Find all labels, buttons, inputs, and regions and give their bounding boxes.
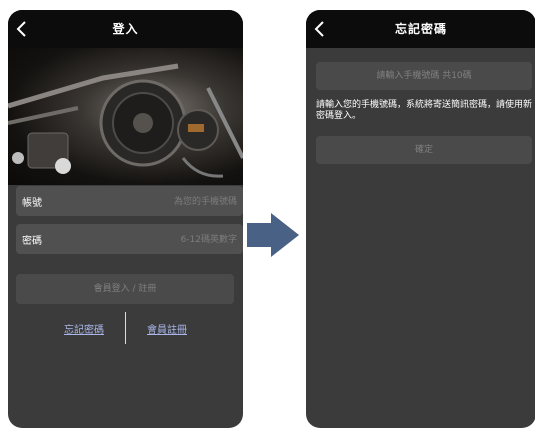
forgot-password-screen: 忘記密碼 請輸入手機號碼 共10碼 請輸入您的手機號碼，系統將寄送簡訊密碼，請使… [306,10,535,428]
account-field[interactable]: 帳號 為您的手機號碼 [16,186,243,216]
confirm-button[interactable]: 確定 [316,136,532,164]
register-link[interactable]: 會員註冊 [147,321,187,336]
account-label: 帳號 [22,198,42,209]
login-top-bar: 登入 [8,10,243,48]
link-divider [125,312,126,344]
password-label: 密碼 [22,236,42,247]
password-field[interactable]: 密碼 6-12碼英數字 [16,224,243,254]
forgot-description: 請輸入您的手機號碼，系統將寄送簡訊密碼，請使用新密碼登入。 [316,100,533,121]
login-screen: 登入 帳號 為您的手機號碼 密碼 6-12碼英數字 會員登入 / 註冊 忘記密碼… [8,10,243,428]
password-placeholder: 6-12碼英數字 [180,235,237,245]
forgot-top-bar: 忘記密碼 [306,10,535,48]
login-register-button[interactable]: 會員登入 / 註冊 [16,274,234,304]
forgot-password-link[interactable]: 忘記密碼 [64,321,104,336]
right-arrow-icon [247,213,299,257]
forgot-title: 忘記密碼 [394,22,447,36]
login-title: 登入 [112,22,139,36]
motorcycle-engine-photo [8,48,243,185]
account-placeholder: 為您的手機號碼 [173,197,237,207]
phone-number-input[interactable]: 請輸入手機號碼 共10碼 [316,62,532,90]
